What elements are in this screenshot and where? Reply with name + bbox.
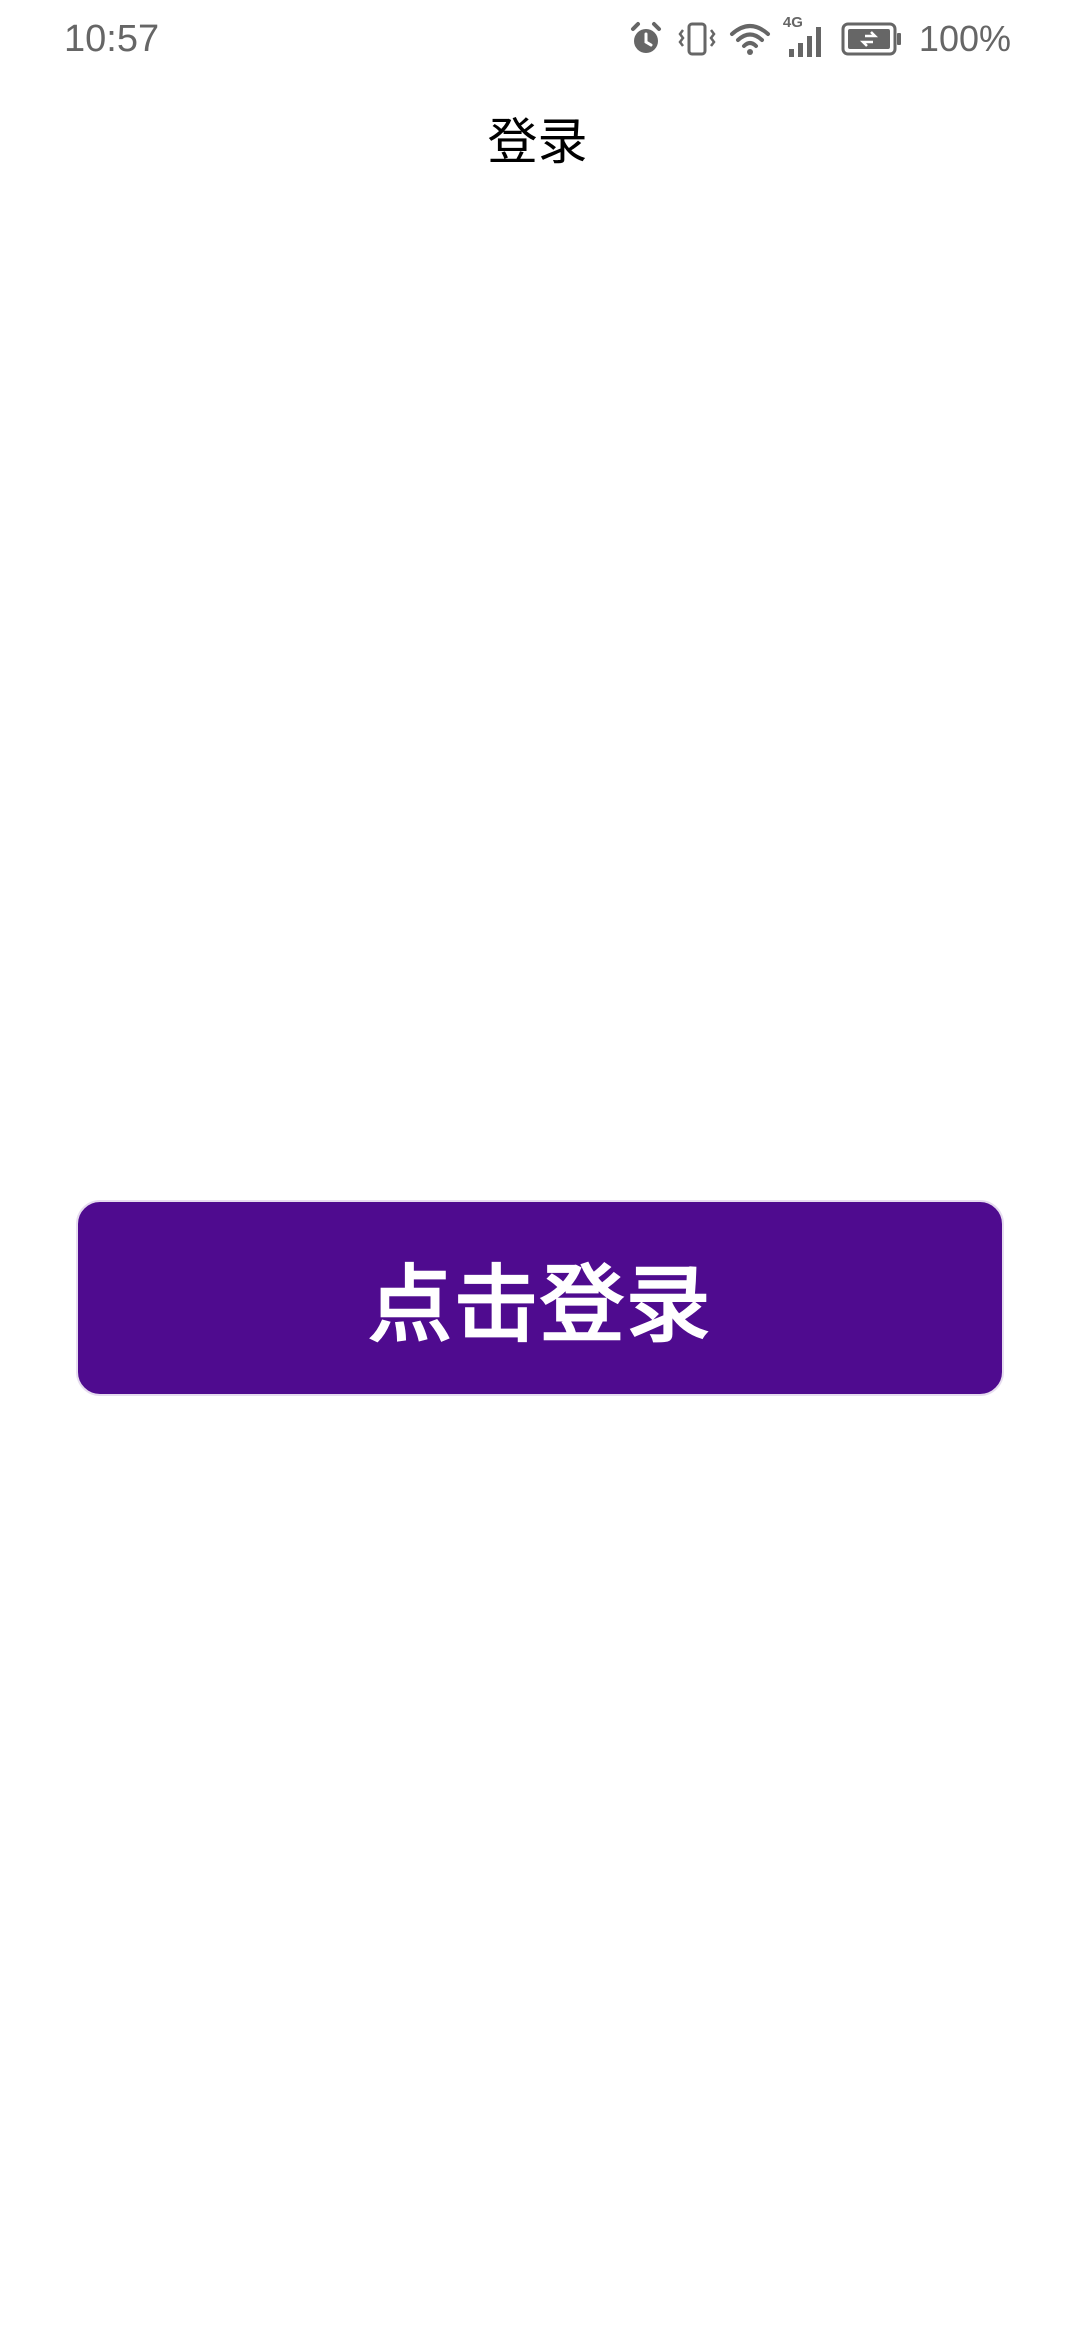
status-time: 10:57	[64, 18, 160, 60]
page-title: 登录	[487, 113, 588, 171]
battery-percentage: 100%	[918, 18, 1011, 59]
alarm-icon	[627, 20, 665, 58]
status-bar: 10:57 4G 100%	[0, 0, 1075, 80]
battery-icon	[841, 22, 903, 56]
status-icons: 4G 100%	[627, 14, 1011, 64]
login-button-label: 点击登录	[367, 1255, 712, 1354]
login-button[interactable]: 点击登录	[76, 1200, 1004, 1396]
wifi-icon	[729, 20, 771, 58]
vibrate-icon	[677, 20, 717, 58]
cellular-signal-icon: 4G	[783, 15, 829, 59]
